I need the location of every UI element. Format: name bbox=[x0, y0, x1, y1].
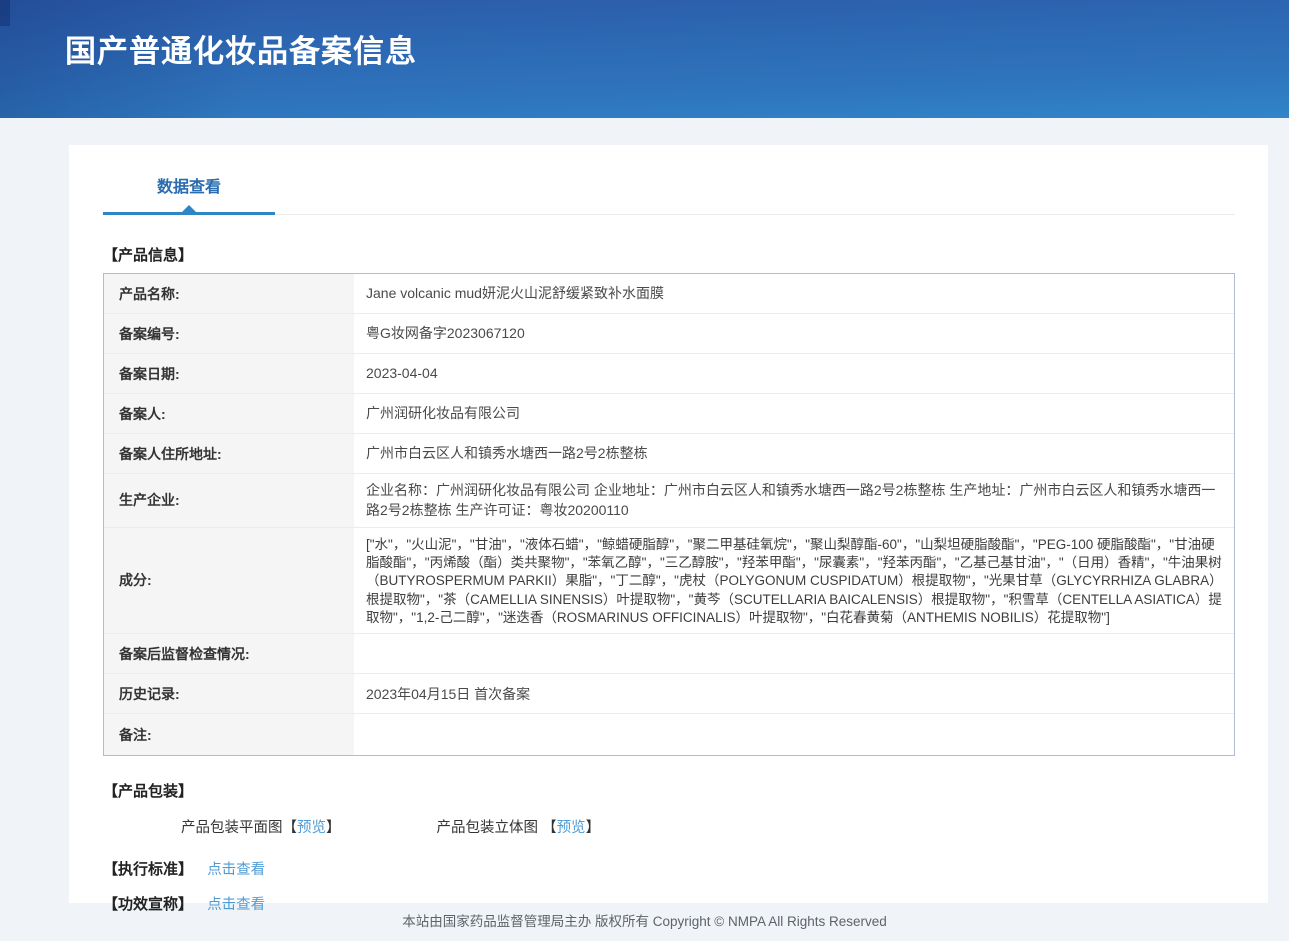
row-value: Jane volcanic mud妍泥火山泥舒缓紧致补水面膜 bbox=[354, 274, 1234, 313]
section-product-info: 【产品信息】 bbox=[103, 244, 1235, 265]
table-row: 成分: ["水"，"火山泥"，"甘油"，"液体石蜡"，"鲸蜡硬脂醇"，"聚二甲基… bbox=[104, 528, 1234, 635]
row-label: 备案日期: bbox=[104, 354, 354, 393]
packaging-line: 产品包装平面图【预览】 产品包装立体图 【预览】 bbox=[181, 816, 1235, 837]
section-standard: 【执行标准】 bbox=[103, 861, 193, 878]
page-title: 国产普通化妆品备案信息 bbox=[65, 26, 417, 71]
packaging-item-flat: 产品包装平面图【预览】 bbox=[181, 816, 341, 837]
content-card: 数据查看 【产品信息】 产品名称: Jane volcanic mud妍泥火山泥… bbox=[69, 145, 1268, 903]
section-packaging: 【产品包装】 bbox=[103, 780, 1235, 801]
row-label: 备案后监督检查情况: bbox=[104, 634, 354, 673]
bracket-close: 】 bbox=[326, 820, 341, 836]
packaging-3d-label: 产品包装立体图 bbox=[437, 820, 543, 836]
row-value: 广州市白云区人和镇秀水塘西一路2号2栋整栋 bbox=[354, 434, 1234, 473]
row-label: 备案人住所地址: bbox=[104, 434, 354, 473]
tab-strip: 数据查看 bbox=[103, 173, 1235, 215]
row-label: 成分: bbox=[104, 528, 354, 634]
table-row: 备案日期: 2023-04-04 bbox=[104, 354, 1234, 394]
row-value bbox=[354, 714, 1234, 755]
row-value bbox=[354, 634, 1234, 673]
row-value: 广州润研化妆品有限公司 bbox=[354, 394, 1234, 433]
table-row: 备案编号: 粤G妆网备字2023067120 bbox=[104, 314, 1234, 354]
table-row: 备案人: 广州润研化妆品有限公司 bbox=[104, 394, 1234, 434]
table-row: 备案后监督检查情况: bbox=[104, 634, 1234, 674]
row-value: 粤G妆网备字2023067120 bbox=[354, 314, 1234, 353]
table-row: 备注: bbox=[104, 714, 1234, 755]
standard-line: 【执行标准】 点击查看 bbox=[103, 858, 1235, 879]
bracket-open: 【 bbox=[542, 820, 557, 836]
row-label: 产品名称: bbox=[104, 274, 354, 313]
footer-copyright: 本站由国家药品监督管理局主办 版权所有 Copyright © NMPA All… bbox=[0, 910, 1289, 930]
row-value: 企业名称：广州润研化妆品有限公司 企业地址：广州市白云区人和镇秀水塘西一路2号2… bbox=[354, 474, 1234, 527]
row-value: ["水"，"火山泥"，"甘油"，"液体石蜡"，"鲸蜡硬脂醇"，"聚二甲基硅氧烷"… bbox=[354, 528, 1234, 634]
table-row: 备案人住所地址: 广州市白云区人和镇秀水塘西一路2号2栋整栋 bbox=[104, 434, 1234, 474]
product-info-table: 产品名称: Jane volcanic mud妍泥火山泥舒缓紧致补水面膜 备案编… bbox=[103, 273, 1235, 756]
bracket-close: 】 bbox=[586, 820, 601, 836]
packaging-item-3d: 产品包装立体图 【预览】 bbox=[437, 816, 601, 837]
packaging-flat-label: 产品包装平面图 bbox=[181, 820, 283, 836]
row-label: 生产企业: bbox=[104, 474, 354, 527]
bracket-open: 【 bbox=[283, 820, 298, 836]
table-row: 生产企业: 企业名称：广州润研化妆品有限公司 企业地址：广州市白云区人和镇秀水塘… bbox=[104, 474, 1234, 528]
preview-link-3d[interactable]: 预览 bbox=[557, 820, 586, 836]
page-header: 国产普通化妆品备案信息 bbox=[0, 0, 1289, 118]
table-row: 历史记录: 2023年04月15日 首次备案 bbox=[104, 674, 1234, 714]
row-label: 备注: bbox=[104, 714, 354, 755]
row-label: 历史记录: bbox=[104, 674, 354, 713]
standard-view-link[interactable]: 点击查看 bbox=[207, 862, 265, 878]
row-value: 2023年04月15日 首次备案 bbox=[354, 674, 1234, 713]
row-label: 备案编号: bbox=[104, 314, 354, 353]
tab-data-view[interactable]: 数据查看 bbox=[103, 173, 275, 215]
row-value: 2023-04-04 bbox=[354, 354, 1234, 393]
preview-link-flat[interactable]: 预览 bbox=[297, 820, 326, 836]
table-row: 产品名称: Jane volcanic mud妍泥火山泥舒缓紧致补水面膜 bbox=[104, 274, 1234, 314]
row-label: 备案人: bbox=[104, 394, 354, 433]
